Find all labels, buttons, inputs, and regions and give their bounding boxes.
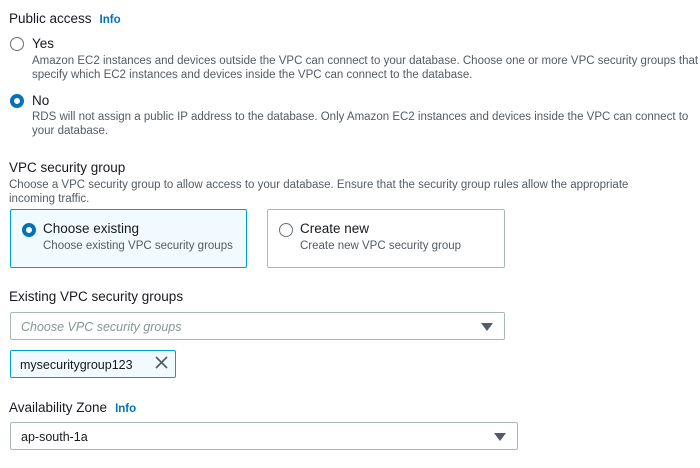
availability-zone-value: ap-south-1a	[21, 430, 88, 444]
security-group-token: mysecuritygroup123	[10, 350, 176, 378]
radio-checked-icon[interactable]	[22, 223, 36, 237]
close-icon[interactable]	[155, 356, 168, 369]
public-yes-desc-line1: Amazon EC2 instances and devices outside…	[32, 55, 699, 67]
public-no-label[interactable]: No	[32, 93, 49, 108]
public-no-desc-line2: your database.	[32, 125, 109, 137]
public-yes-desc-line2: specify which EC2 instances and devices …	[32, 69, 473, 81]
public-access-header: Public access Info	[9, 10, 121, 28]
card-create-new[interactable]: Create new Create new VPC security group	[267, 209, 505, 268]
caret-down-icon	[494, 433, 506, 441]
choose-existing-desc: Choose existing VPC security groups	[43, 240, 233, 252]
availability-zone-label: Availability Zone	[9, 400, 108, 415]
public-no-desc-line1: RDS will not assign a public IP address …	[32, 111, 689, 123]
public-access-label: Public access	[9, 11, 92, 26]
vpc-sg-desc-line1: Choose a VPC security group to allow acc…	[9, 179, 629, 191]
availability-zone-header: Availability Zone Info	[9, 399, 136, 417]
token-label: mysecuritygroup123	[20, 358, 133, 372]
choose-existing-title: Choose existing	[43, 221, 140, 236]
security-groups-select[interactable]: Choose VPC security groups	[10, 312, 505, 340]
public-no-description: RDS will not assign a public IP address …	[32, 110, 700, 138]
card-choose-existing[interactable]: Choose existing Choose existing VPC secu…	[10, 209, 247, 268]
vpc-security-group-label: VPC security group	[9, 160, 126, 175]
radio-public-no[interactable]	[10, 94, 24, 113]
radio-public-yes[interactable]	[10, 37, 24, 56]
public-yes-description: Amazon EC2 instances and devices outside…	[32, 54, 700, 82]
caret-down-icon	[481, 323, 493, 331]
radio-unchecked-icon[interactable]	[10, 37, 24, 51]
availability-zone-select[interactable]: ap-south-1a	[10, 422, 518, 450]
public-yes-label[interactable]: Yes	[32, 36, 54, 51]
public-access-info-link[interactable]: Info	[100, 14, 121, 26]
create-new-title: Create new	[300, 221, 370, 236]
radio-checked-icon[interactable]	[10, 94, 24, 108]
availability-zone-info-link[interactable]: Info	[115, 403, 136, 415]
existing-groups-label: Existing VPC security groups	[9, 289, 184, 304]
create-new-desc: Create new VPC security group	[300, 240, 462, 252]
security-groups-placeholder: Choose VPC security groups	[21, 320, 182, 334]
vpc-sg-desc-line2: incoming traffic.	[9, 193, 90, 205]
radio-unchecked-icon[interactable]	[279, 223, 293, 237]
vpc-security-group-description: Choose a VPC security group to allow acc…	[9, 178, 689, 206]
